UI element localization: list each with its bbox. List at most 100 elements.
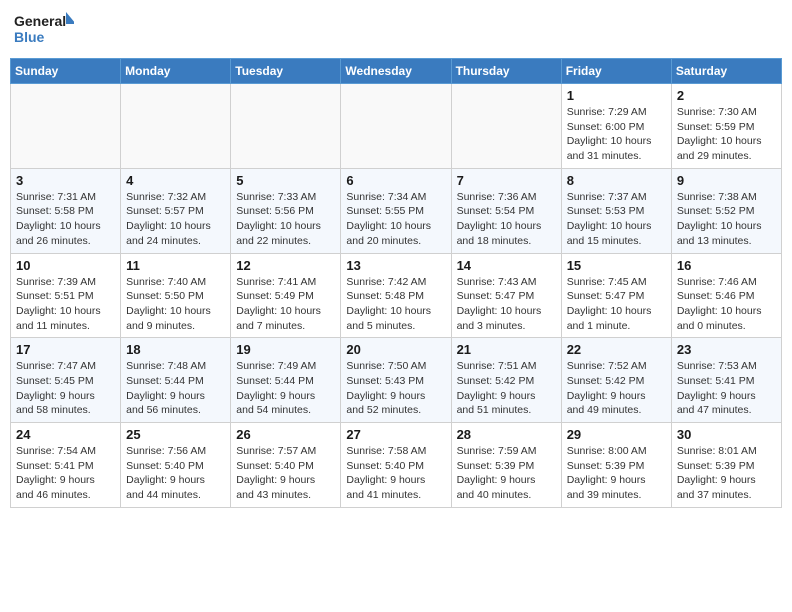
day-info: Sunrise: 7:41 AM Sunset: 5:49 PM Dayligh… (236, 275, 335, 334)
day-number: 15 (567, 258, 666, 273)
weekday-header-friday: Friday (561, 59, 671, 84)
week-row-5: 24 Sunrise: 7:54 AM Sunset: 5:41 PM Dayli… (11, 423, 782, 508)
day-number: 23 (677, 342, 776, 357)
day-info: Sunrise: 7:45 AM Sunset: 5:47 PM Dayligh… (567, 275, 666, 334)
calendar-cell: 3 Sunrise: 7:31 AM Sunset: 5:58 PM Daylig… (11, 168, 121, 253)
day-info: Sunrise: 7:54 AM Sunset: 5:41 PM Dayligh… (16, 444, 115, 503)
calendar-cell (121, 84, 231, 169)
day-info: Sunrise: 7:39 AM Sunset: 5:51 PM Dayligh… (16, 275, 115, 334)
day-number: 19 (236, 342, 335, 357)
calendar-cell: 22 Sunrise: 7:52 AM Sunset: 5:42 PM Dayli… (561, 338, 671, 423)
weekday-header-wednesday: Wednesday (341, 59, 451, 84)
day-number: 20 (346, 342, 445, 357)
calendar-cell: 23 Sunrise: 7:53 AM Sunset: 5:41 PM Dayli… (671, 338, 781, 423)
day-info: Sunrise: 7:36 AM Sunset: 5:54 PM Dayligh… (457, 190, 556, 249)
day-info: Sunrise: 7:42 AM Sunset: 5:48 PM Dayligh… (346, 275, 445, 334)
day-number: 3 (16, 173, 115, 188)
calendar-cell (11, 84, 121, 169)
calendar-cell: 10 Sunrise: 7:39 AM Sunset: 5:51 PM Dayli… (11, 253, 121, 338)
day-info: Sunrise: 7:59 AM Sunset: 5:39 PM Dayligh… (457, 444, 556, 503)
weekday-header-row: SundayMondayTuesdayWednesdayThursdayFrid… (11, 59, 782, 84)
week-row-3: 10 Sunrise: 7:39 AM Sunset: 5:51 PM Dayli… (11, 253, 782, 338)
svg-text:Blue: Blue (14, 29, 45, 45)
day-number: 29 (567, 427, 666, 442)
day-info: Sunrise: 7:48 AM Sunset: 5:44 PM Dayligh… (126, 359, 225, 418)
calendar-cell: 18 Sunrise: 7:48 AM Sunset: 5:44 PM Dayli… (121, 338, 231, 423)
calendar-cell: 12Sunrise: 7:41 AM Sunset: 5:49 PM Dayli… (231, 253, 341, 338)
day-info: Sunrise: 7:46 AM Sunset: 5:46 PM Dayligh… (677, 275, 776, 334)
calendar-cell: 1 Sunrise: 7:29 AM Sunset: 6:00 PM Daylig… (561, 84, 671, 169)
day-number: 18 (126, 342, 225, 357)
calendar-cell: 6 Sunrise: 7:34 AM Sunset: 5:55 PM Daylig… (341, 168, 451, 253)
day-info: Sunrise: 7:40 AM Sunset: 5:50 PM Dayligh… (126, 275, 225, 334)
day-number: 13 (346, 258, 445, 273)
day-info: Sunrise: 7:57 AM Sunset: 5:40 PM Dayligh… (236, 444, 335, 503)
day-number: 25 (126, 427, 225, 442)
day-info: Sunrise: 7:58 AM Sunset: 5:40 PM Dayligh… (346, 444, 445, 503)
week-row-1: 1 Sunrise: 7:29 AM Sunset: 6:00 PM Daylig… (11, 84, 782, 169)
week-row-2: 3 Sunrise: 7:31 AM Sunset: 5:58 PM Daylig… (11, 168, 782, 253)
day-number: 21 (457, 342, 556, 357)
day-info: Sunrise: 7:34 AM Sunset: 5:55 PM Dayligh… (346, 190, 445, 249)
day-number: 11 (126, 258, 225, 273)
day-number: 7 (457, 173, 556, 188)
calendar-cell: 11 Sunrise: 7:40 AM Sunset: 5:50 PM Dayli… (121, 253, 231, 338)
logo-svg: General Blue (14, 10, 74, 50)
day-number: 17 (16, 342, 115, 357)
day-number: 14 (457, 258, 556, 273)
calendar-cell: 2 Sunrise: 7:30 AM Sunset: 5:59 PM Daylig… (671, 84, 781, 169)
calendar-cell: 15 Sunrise: 7:45 AM Sunset: 5:47 PM Dayli… (561, 253, 671, 338)
calendar-cell: 16 Sunrise: 7:46 AM Sunset: 5:46 PM Dayli… (671, 253, 781, 338)
day-number: 22 (567, 342, 666, 357)
calendar-cell: 14 Sunrise: 7:43 AM Sunset: 5:47 PM Dayli… (451, 253, 561, 338)
day-info: Sunrise: 7:32 AM Sunset: 5:57 PM Dayligh… (126, 190, 225, 249)
day-number: 5 (236, 173, 335, 188)
day-number: 4 (126, 173, 225, 188)
day-info: Sunrise: 7:53 AM Sunset: 5:41 PM Dayligh… (677, 359, 776, 418)
day-info: Sunrise: 7:52 AM Sunset: 5:42 PM Dayligh… (567, 359, 666, 418)
calendar-cell (341, 84, 451, 169)
weekday-header-thursday: Thursday (451, 59, 561, 84)
day-info: Sunrise: 7:43 AM Sunset: 5:47 PM Dayligh… (457, 275, 556, 334)
day-number: 28 (457, 427, 556, 442)
day-info: Sunrise: 7:37 AM Sunset: 5:53 PM Dayligh… (567, 190, 666, 249)
calendar-cell: 24 Sunrise: 7:54 AM Sunset: 5:41 PM Dayli… (11, 423, 121, 508)
page-header: General Blue (10, 10, 782, 50)
day-info: Sunrise: 7:49 AM Sunset: 5:44 PM Dayligh… (236, 359, 335, 418)
day-number: 9 (677, 173, 776, 188)
calendar-cell: 9 Sunrise: 7:38 AM Sunset: 5:52 PM Daylig… (671, 168, 781, 253)
week-row-4: 17 Sunrise: 7:47 AM Sunset: 5:45 PM Dayli… (11, 338, 782, 423)
day-info: Sunrise: 7:38 AM Sunset: 5:52 PM Dayligh… (677, 190, 776, 249)
calendar-cell: 26Sunrise: 7:57 AM Sunset: 5:40 PM Dayli… (231, 423, 341, 508)
calendar-cell: 29 Sunrise: 8:00 AM Sunset: 5:39 PM Dayli… (561, 423, 671, 508)
day-number: 10 (16, 258, 115, 273)
day-number: 1 (567, 88, 666, 103)
calendar-cell: 28 Sunrise: 7:59 AM Sunset: 5:39 PM Dayli… (451, 423, 561, 508)
day-info: Sunrise: 7:56 AM Sunset: 5:40 PM Dayligh… (126, 444, 225, 503)
calendar-cell (451, 84, 561, 169)
day-number: 8 (567, 173, 666, 188)
svg-text:General: General (14, 13, 66, 29)
calendar-cell: 7 Sunrise: 7:36 AM Sunset: 5:54 PM Daylig… (451, 168, 561, 253)
day-number: 6 (346, 173, 445, 188)
day-info: Sunrise: 7:47 AM Sunset: 5:45 PM Dayligh… (16, 359, 115, 418)
calendar-table: SundayMondayTuesdayWednesdayThursdayFrid… (10, 58, 782, 508)
calendar-cell: 8 Sunrise: 7:37 AM Sunset: 5:53 PM Daylig… (561, 168, 671, 253)
day-number: 24 (16, 427, 115, 442)
day-number: 16 (677, 258, 776, 273)
calendar-cell: 4 Sunrise: 7:32 AM Sunset: 5:57 PM Daylig… (121, 168, 231, 253)
day-info: Sunrise: 7:31 AM Sunset: 5:58 PM Dayligh… (16, 190, 115, 249)
weekday-header-sunday: Sunday (11, 59, 121, 84)
day-info: Sunrise: 7:51 AM Sunset: 5:42 PM Dayligh… (457, 359, 556, 418)
day-info: Sunrise: 7:29 AM Sunset: 6:00 PM Dayligh… (567, 105, 666, 164)
calendar-cell: 17 Sunrise: 7:47 AM Sunset: 5:45 PM Dayli… (11, 338, 121, 423)
day-number: 2 (677, 88, 776, 103)
day-info: Sunrise: 7:30 AM Sunset: 5:59 PM Dayligh… (677, 105, 776, 164)
calendar-cell (231, 84, 341, 169)
calendar-cell: 20Sunrise: 7:50 AM Sunset: 5:43 PM Dayli… (341, 338, 451, 423)
day-number: 30 (677, 427, 776, 442)
calendar-cell: 21 Sunrise: 7:51 AM Sunset: 5:42 PM Dayli… (451, 338, 561, 423)
calendar-cell: 27Sunrise: 7:58 AM Sunset: 5:40 PM Dayli… (341, 423, 451, 508)
day-info: Sunrise: 8:00 AM Sunset: 5:39 PM Dayligh… (567, 444, 666, 503)
calendar-cell: 30Sunrise: 8:01 AM Sunset: 5:39 PM Dayli… (671, 423, 781, 508)
